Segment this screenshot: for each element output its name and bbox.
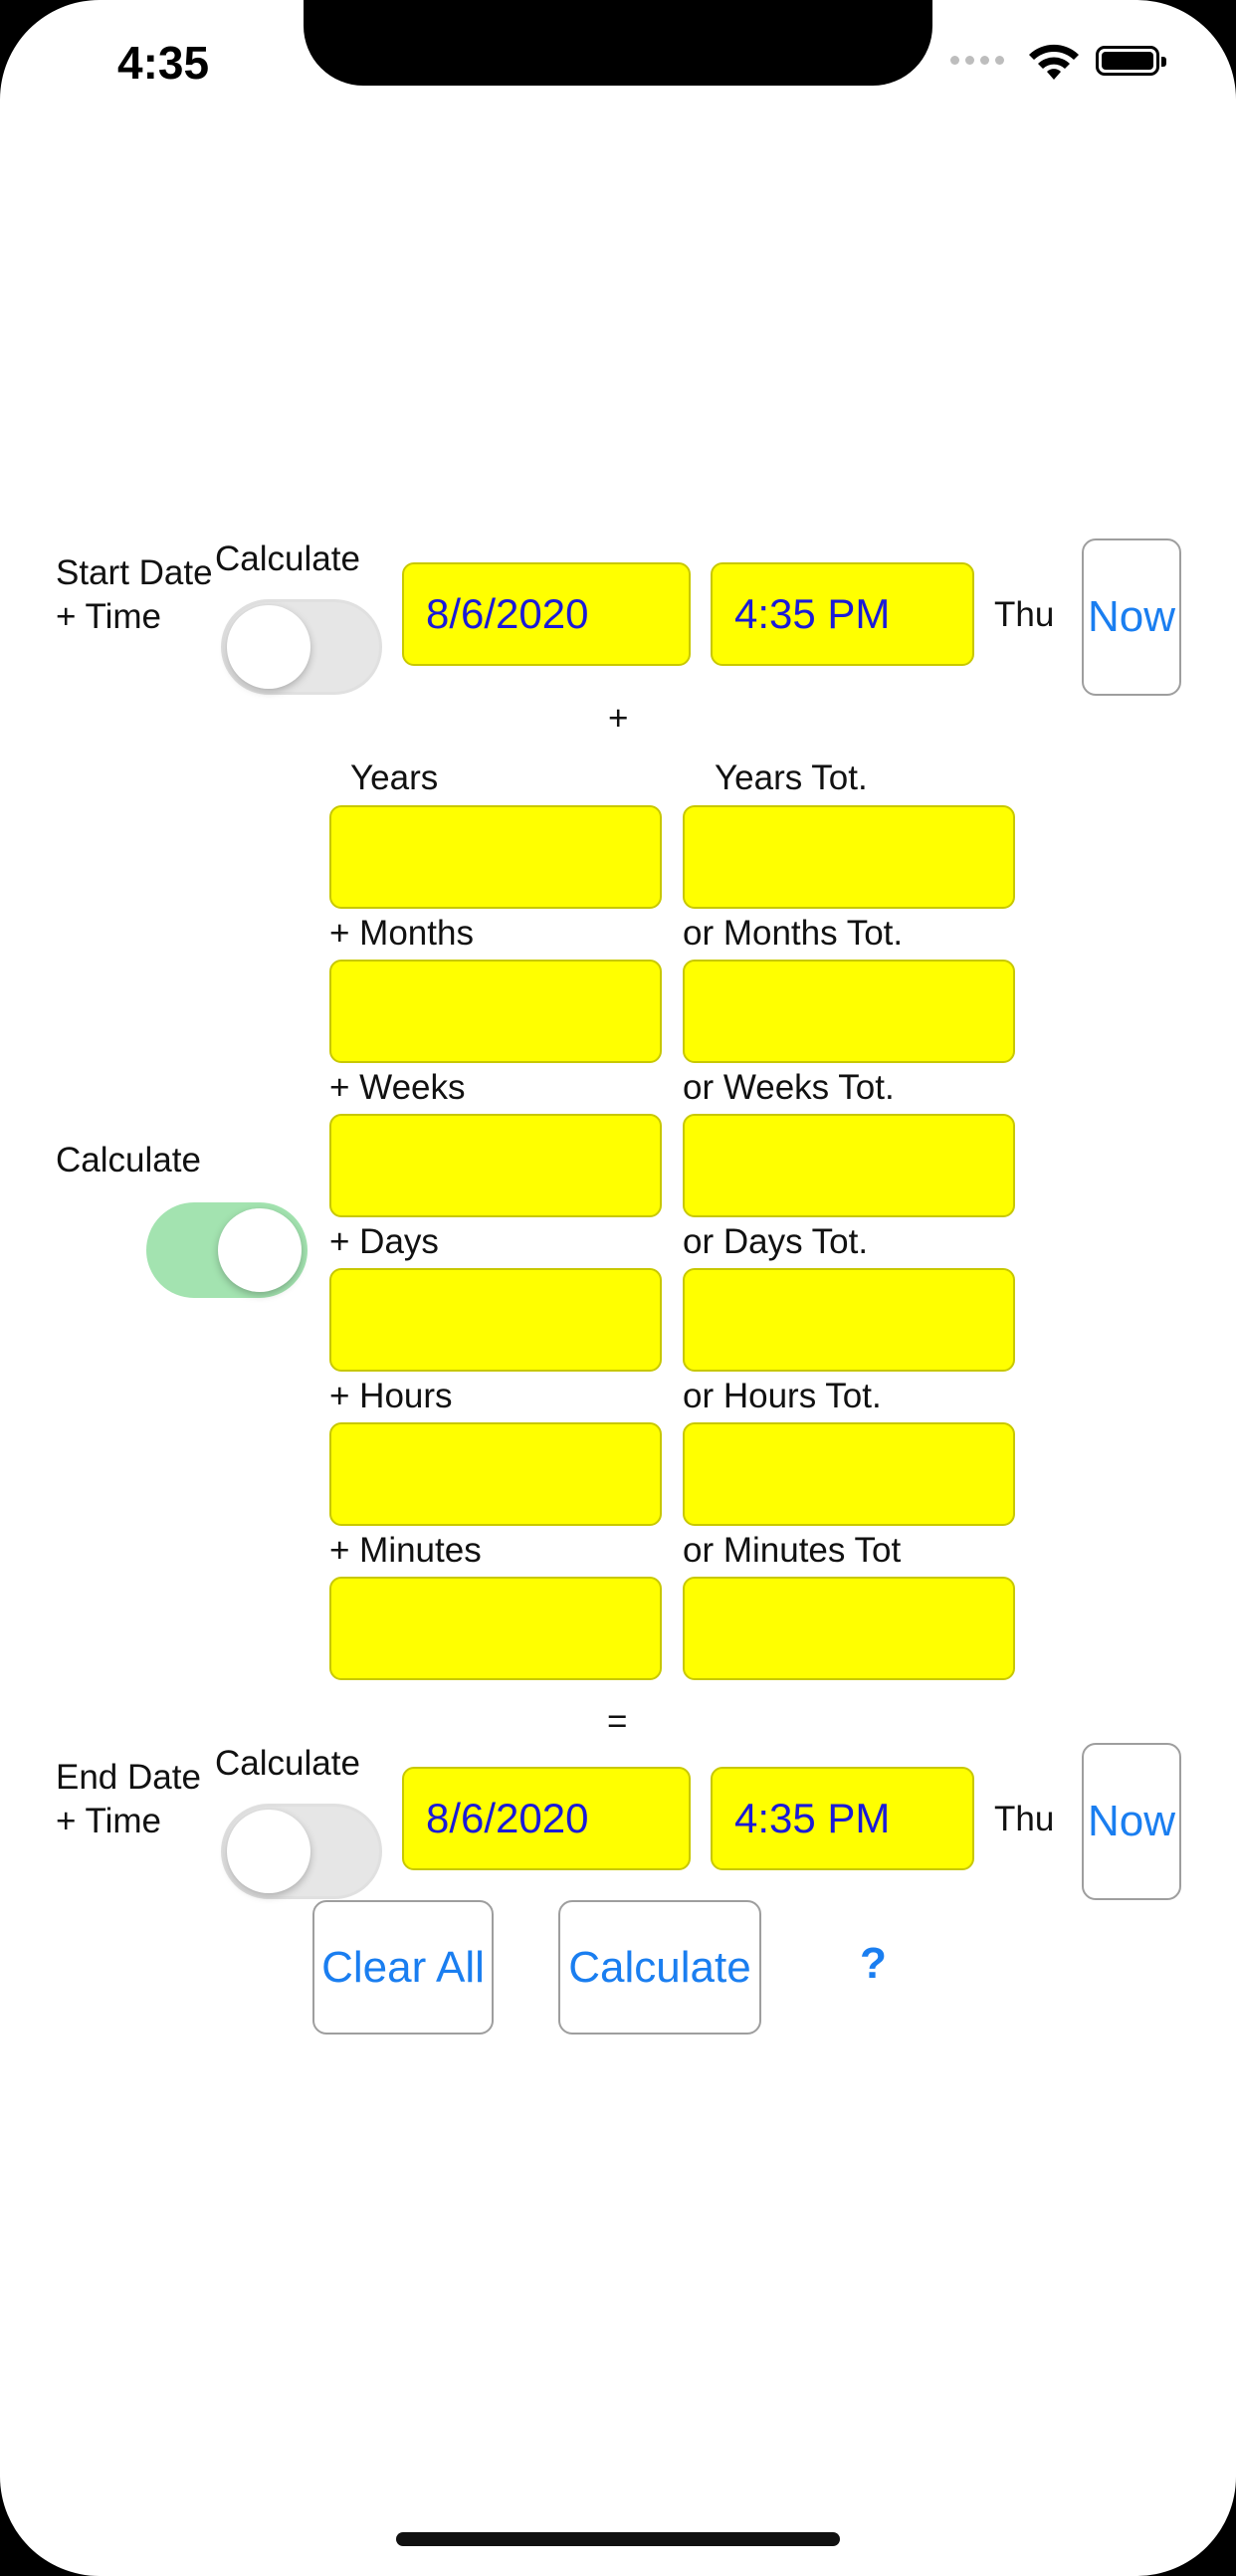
years-total-field[interactable] [683,805,1015,909]
weeks-field[interactable] [329,1114,662,1217]
start-weekday: Thu [994,595,1055,634]
toggle-knob [218,1208,302,1292]
start-date-field[interactable]: 8/6/2020 [402,562,691,666]
duration-calculate-toggle[interactable] [146,1202,308,1298]
calculate-button[interactable]: Calculate [558,1900,761,2035]
duration-calculate-label: Calculate [56,1141,201,1180]
years-label: Years [350,758,439,797]
end-now-button[interactable]: Now [1082,1743,1181,1900]
end-date-time-label: End Date + Time [56,1758,201,1840]
status-icons [950,42,1179,82]
years-field[interactable] [329,805,662,909]
start-time-field[interactable]: 4:35 PM [711,562,974,666]
hours-total-label: or Hours Tot. [683,1377,882,1415]
weeks-total-field[interactable] [683,1114,1015,1217]
status-time: 4:35 [117,37,210,89]
minutes-total-field[interactable] [683,1577,1015,1680]
end-calculate-label: Calculate [215,1744,360,1783]
hours-field[interactable] [329,1422,662,1526]
start-date-time-label: Start Date + Time [56,553,213,636]
minutes-field[interactable] [329,1577,662,1680]
days-field[interactable] [329,1268,662,1372]
days-label: + Days [329,1222,439,1261]
months-total-field[interactable] [683,960,1015,1063]
toggle-knob [227,1810,310,1893]
minutes-label: + Minutes [329,1531,482,1570]
home-indicator [396,2532,840,2546]
hours-label: + Hours [329,1377,453,1415]
years-total-label: Years Tot. [715,758,868,797]
months-field[interactable] [329,960,662,1063]
days-total-field[interactable] [683,1268,1015,1372]
weeks-total-label: or Weeks Tot. [683,1068,895,1107]
days-total-label: or Days Tot. [683,1222,869,1261]
hours-total-field[interactable] [683,1422,1015,1526]
toggle-knob [227,605,310,689]
start-calculate-label: Calculate [215,539,360,578]
end-date-field[interactable]: 8/6/2020 [402,1767,691,1870]
clear-all-button[interactable]: Clear All [312,1900,494,2035]
months-label: + Months [329,914,474,953]
end-weekday: Thu [994,1800,1055,1838]
help-button[interactable]: ? [860,1939,887,1989]
equals-sign: = [607,1702,628,1741]
cellular-signal-icon [950,56,1004,65]
device-notch [304,0,932,86]
end-calculate-toggle[interactable] [221,1804,382,1899]
months-total-label: or Months Tot. [683,914,904,953]
app-screen: 4:35 Start Date + Time Calculate 8/6/202… [0,0,1236,2576]
minutes-total-label: or Minutes Tot [683,1531,902,1570]
start-now-button[interactable]: Now [1082,538,1181,696]
end-time-field[interactable]: 4:35 PM [711,1767,974,1870]
wifi-icon [1029,44,1079,80]
weeks-label: + Weeks [329,1068,466,1107]
plus-sign: + [608,699,629,738]
start-calculate-toggle[interactable] [221,599,382,695]
battery-icon [1096,46,1166,76]
